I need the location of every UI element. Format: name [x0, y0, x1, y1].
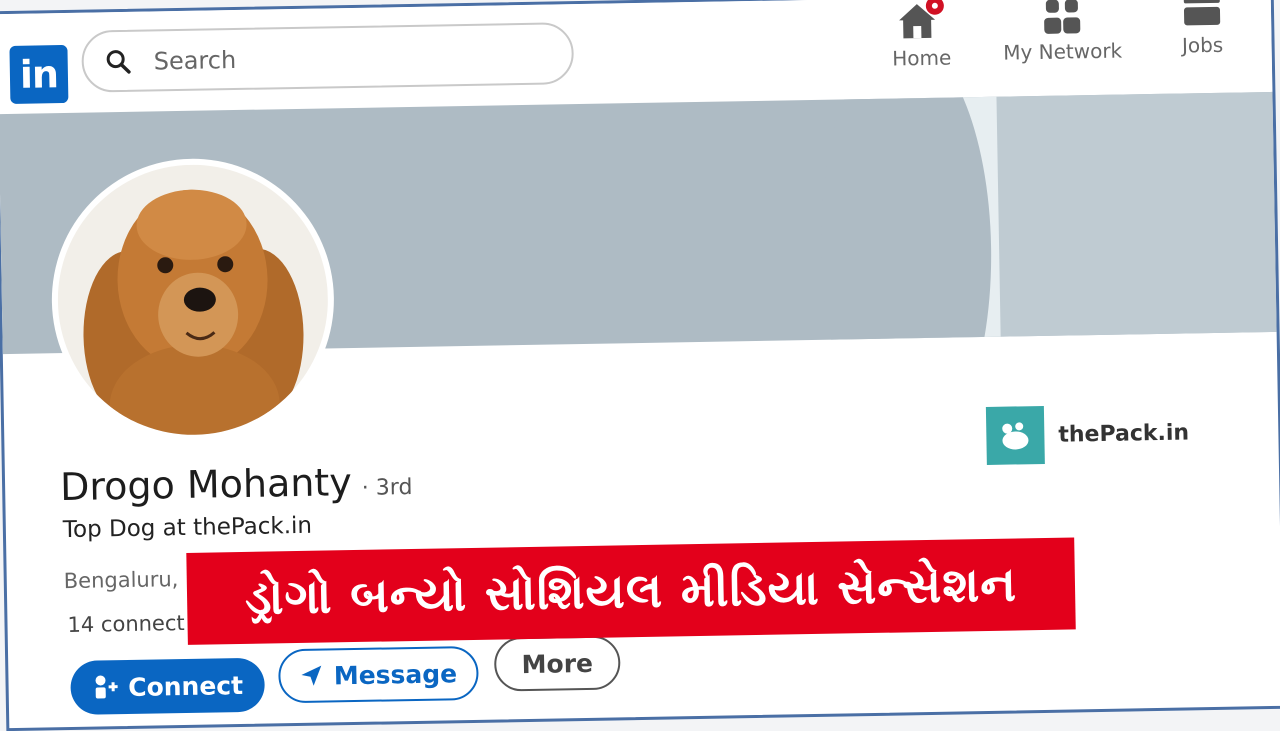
company-logo-icon — [985, 405, 1045, 465]
banner-right-panel — [978, 91, 1277, 355]
more-button[interactable]: More — [493, 635, 621, 692]
nav-home-label: Home — [892, 45, 952, 71]
screenshot-frame: in Home My Network — [0, 0, 1280, 731]
search-input[interactable] — [151, 34, 537, 82]
profile-headline: Top Dog at thePack.in — [62, 512, 313, 544]
current-company[interactable]: thePack.in — [985, 403, 1190, 465]
briefcase-icon — [1183, 0, 1221, 26]
send-icon — [301, 665, 322, 686]
message-button[interactable]: Message — [277, 645, 479, 704]
nav-my-network[interactable]: My Network — [997, 0, 1128, 65]
profile-name-text: Drogo Mohanty — [59, 460, 353, 510]
message-button-label: Message — [333, 658, 458, 690]
connect-button[interactable]: Connect — [70, 657, 266, 715]
nav-jobs-label: Jobs — [1181, 32, 1224, 58]
add-person-icon — [95, 675, 118, 699]
company-name: thePack.in — [1058, 419, 1190, 448]
search-box[interactable] — [81, 22, 575, 93]
dog-photo — [55, 162, 331, 438]
profile-location: Bengaluru, — [63, 567, 179, 594]
nav-home[interactable]: Home — [885, 0, 958, 71]
profile-name: Drogo Mohanty · 3rd — [60, 459, 413, 509]
network-icon — [1044, 0, 1081, 34]
more-button-label: More — [521, 648, 594, 679]
linkedin-logo[interactable]: in — [9, 44, 69, 104]
home-icon — [899, 0, 944, 39]
profile-connections[interactable]: 14 connect — [67, 611, 185, 637]
nav-my-network-label: My Network — [1002, 38, 1123, 65]
connection-degree: · 3rd — [361, 474, 413, 501]
connect-button-label: Connect — [127, 670, 244, 702]
nav-jobs[interactable]: Jobs — [1167, 0, 1238, 58]
banner-curve — [817, 91, 995, 355]
search-icon — [106, 50, 131, 74]
headline-caption: ડ્રોગો બન્યો સોશિયલ મીડિયા સેન્સેશન — [186, 537, 1076, 645]
